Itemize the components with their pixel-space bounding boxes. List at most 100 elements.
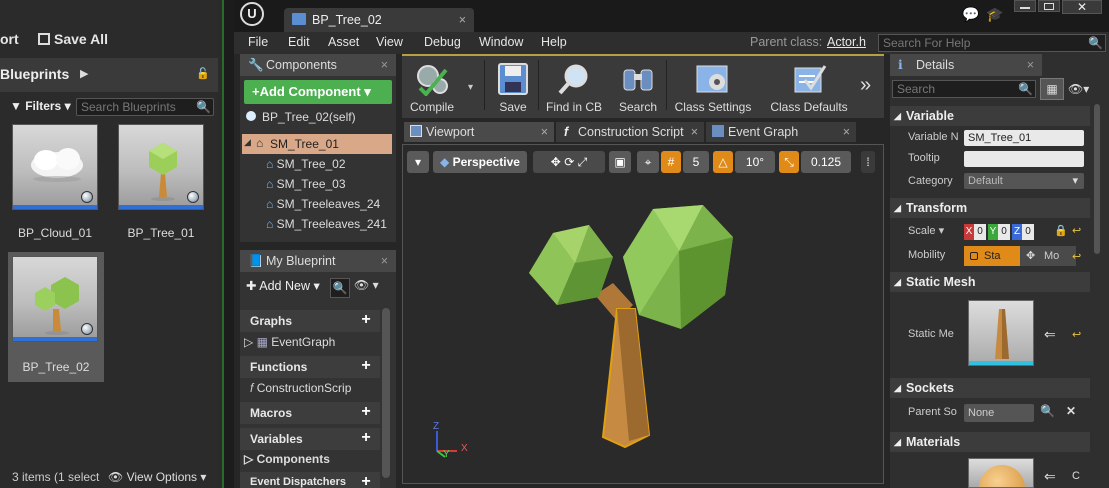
section-event-dispatchers[interactable]: Event Dispatchers + (240, 472, 380, 488)
variable-name-field[interactable]: SM_Tree_01 (964, 130, 1084, 146)
clear-icon[interactable]: ✕ (1066, 404, 1076, 418)
close-panel-icon[interactable]: × (381, 250, 388, 272)
lock-icon[interactable]: 🔓 (196, 67, 210, 80)
section-sockets[interactable]: ◢ Sockets (890, 378, 1090, 398)
viewport[interactable]: ▾ ◆ Perspective ✥ ⟳ ⤢ ▣ ⌖ # 5 △ 10° ⤡ 0.… (402, 144, 884, 484)
tab-viewport[interactable]: Viewport × (404, 122, 554, 142)
close-tab-icon[interactable]: × (843, 122, 850, 142)
close-tab-icon[interactable]: × (541, 122, 548, 142)
section-materials[interactable]: ◢ Materials (890, 432, 1090, 452)
add-graph-icon[interactable]: + (358, 312, 374, 329)
section-static-mesh[interactable]: ◢ Static Mesh (890, 272, 1090, 292)
component-row-selected[interactable]: ◢ ⌂ SM_Tree_01 (242, 134, 392, 154)
asset-tile-bp-tree-02[interactable]: BP_Tree_02 (8, 252, 104, 382)
menu-edit[interactable]: Edit (288, 35, 310, 49)
section-variable[interactable]: ◢ Variable (890, 106, 1090, 126)
tab-event-graph[interactable]: Event Graph × (706, 122, 856, 142)
scale-y-field[interactable]: 0 (998, 224, 1010, 240)
lock-icon[interactable]: 🔒 (1054, 224, 1068, 237)
class-defaults-button[interactable]: Class Defaults (764, 60, 854, 114)
parent-socket-field[interactable]: None (964, 404, 1034, 422)
scale-x-field[interactable]: 0 (974, 224, 986, 240)
eye-icon[interactable]: 👁 ▾ (354, 278, 379, 292)
mobility-static-button[interactable]: Sta (964, 246, 1020, 266)
add-new-button[interactable]: ✚ Add New ▾ (246, 278, 320, 293)
add-function-icon[interactable]: + (358, 358, 374, 375)
menu-help[interactable]: Help (541, 35, 567, 49)
tab-construction-script[interactable]: f Construction Script × (556, 122, 704, 142)
reset-icon[interactable]: ↩ (1072, 328, 1081, 341)
asset-tile-bp-tree-01[interactable]: BP_Tree_01 (116, 122, 206, 250)
close-window-button[interactable]: ✕ (1062, 0, 1102, 14)
search-icon[interactable]: C (1072, 470, 1080, 482)
save-all-button[interactable]: Save All (38, 31, 108, 47)
section-variables[interactable]: Variables + (240, 428, 380, 450)
asset-thumbnail (12, 256, 98, 342)
event-graph-item[interactable]: ▷ ▦ EventGraph (244, 335, 335, 349)
details-search-input[interactable]: Search 🔍 (892, 80, 1036, 98)
search-icon[interactable]: 🔍 (330, 278, 350, 298)
use-selected-arrow-icon[interactable]: ⇐ (1044, 326, 1056, 343)
parent-class-link[interactable]: Actor.h (827, 35, 866, 49)
property-matrix-icon[interactable]: ▦ (1040, 78, 1064, 100)
reset-icon[interactable]: ↩ (1072, 224, 1081, 237)
view-options-button[interactable]: 👁 View Options ▾ (108, 470, 206, 484)
minimize-button[interactable] (1014, 0, 1036, 12)
search-icon[interactable]: 🔍 (1040, 404, 1055, 418)
path-item-blueprints[interactable]: Blueprints (0, 66, 69, 82)
search-blueprints-input[interactable]: Search Blueprints 🔍 (76, 98, 214, 116)
document-tab[interactable]: BP_Tree_02 × (284, 8, 474, 32)
import-button[interactable]: ort (0, 31, 19, 47)
add-variable-icon[interactable]: + (358, 430, 374, 447)
asset-tile-bp-cloud-01[interactable]: BP_Cloud_01 (10, 122, 100, 250)
panel-divider[interactable] (222, 0, 234, 488)
scrollbar[interactable] (382, 308, 390, 478)
compile-button[interactable]: Compile (392, 60, 472, 114)
eye-icon[interactable]: 👁▾ (1068, 82, 1089, 96)
filters-button[interactable]: ▼ Filters ▾ (10, 99, 71, 113)
close-panel-icon[interactable]: × (1027, 54, 1034, 76)
add-dispatcher-icon[interactable]: + (358, 474, 374, 488)
maximize-button[interactable] (1038, 0, 1060, 12)
chevron-right-icon[interactable]: ▶ (80, 67, 88, 80)
close-panel-icon[interactable]: × (381, 54, 388, 76)
add-component-button[interactable]: +Add Component ▾ (244, 80, 392, 104)
tooltip-field[interactable] (964, 151, 1084, 167)
section-graphs[interactable]: Graphs + (240, 310, 380, 332)
self-item[interactable]: BP_Tree_02(self) (246, 110, 356, 124)
construction-script-item[interactable]: f ConstructionScrip (250, 381, 351, 395)
component-row[interactable]: ⌂ SM_Tree_02 (266, 157, 346, 171)
menu-file[interactable]: File (248, 35, 268, 49)
add-macro-icon[interactable]: + (358, 404, 374, 421)
components-category[interactable]: ▷ Components (244, 452, 330, 466)
section-macros[interactable]: Macros + (240, 402, 380, 424)
scale-z-field[interactable]: 0 (1022, 224, 1034, 240)
learn-icon[interactable]: 🎓 (986, 6, 1003, 23)
static-mesh-thumbnail[interactable] (968, 300, 1034, 366)
section-transform[interactable]: ◢ Transform (890, 198, 1090, 218)
menu-asset[interactable]: Asset (328, 35, 359, 49)
class-settings-button[interactable]: Class Settings (668, 60, 758, 114)
reset-icon[interactable]: ↩ (1072, 250, 1081, 263)
section-functions[interactable]: Functions + (240, 356, 380, 378)
component-row[interactable]: ⌂ SM_Treeleaves_24 (266, 197, 380, 211)
mobility-movable-button[interactable]: ✥ Mo (1020, 246, 1076, 266)
category-dropdown[interactable]: Default ▾ (964, 173, 1084, 189)
close-tab-icon[interactable]: × (459, 8, 466, 32)
menu-debug[interactable]: Debug (424, 35, 461, 49)
close-tab-icon[interactable]: × (691, 122, 698, 142)
scale-label[interactable]: Scale ▾ (908, 224, 944, 237)
component-row[interactable]: ⌂ SM_Treeleaves_241 (266, 217, 387, 231)
material-thumbnail[interactable] (968, 458, 1034, 488)
toolbar-overflow-icon[interactable]: » (860, 74, 871, 97)
scrollbar[interactable] (1094, 104, 1100, 254)
chat-icon[interactable]: 💬 (962, 6, 979, 23)
blueprint-badge-icon (187, 191, 199, 203)
expand-arrow-icon[interactable]: ◢ (244, 137, 251, 148)
help-search-input[interactable]: Search For Help 🔍 (878, 34, 1106, 52)
compile-options-icon[interactable]: ▾ (468, 82, 473, 93)
menu-view[interactable]: View (376, 35, 403, 49)
menu-window[interactable]: Window (479, 35, 523, 49)
component-row[interactable]: ⌂ SM_Tree_03 (266, 177, 346, 191)
use-selected-arrow-icon[interactable]: ⇐ (1044, 468, 1056, 485)
